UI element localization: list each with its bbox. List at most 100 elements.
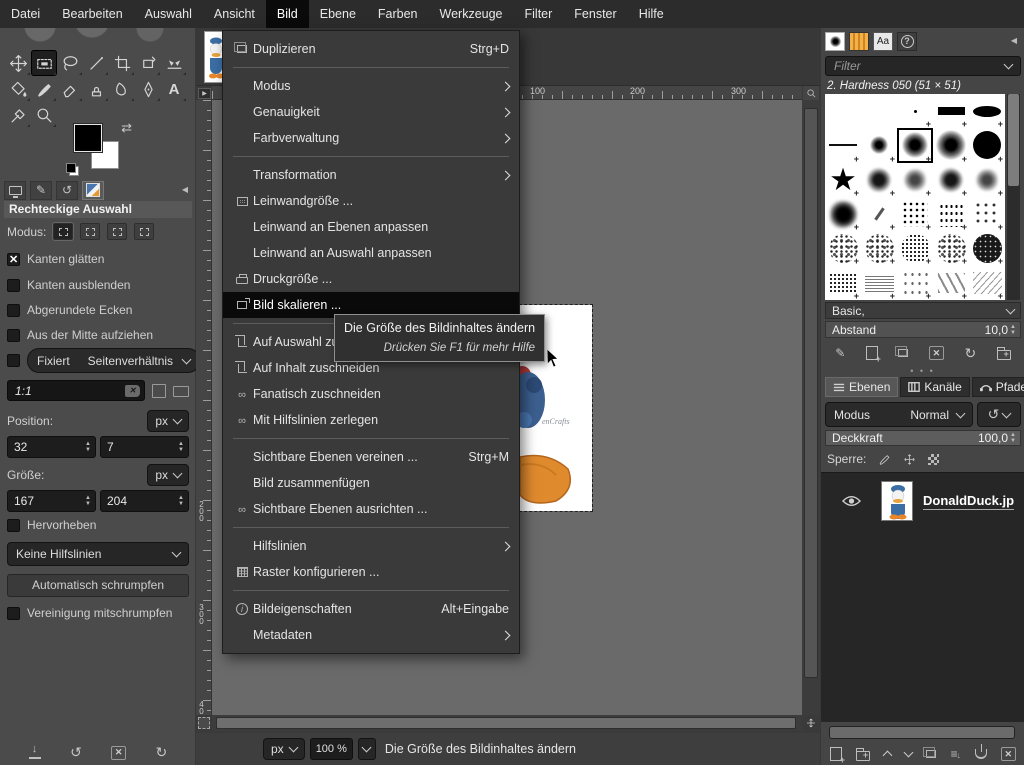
mode-add-button[interactable]	[80, 223, 100, 240]
position-x-input[interactable]: 32	[7, 436, 96, 458]
brush-thumbnail[interactable]	[861, 231, 897, 265]
fixed-checkbox[interactable]	[7, 354, 20, 367]
text-tool[interactable]: A	[161, 76, 187, 102]
brush-spacing-slider[interactable]: Abstand 10,0	[825, 321, 1021, 338]
layer-drop-slot[interactable]	[829, 726, 1015, 739]
menu-item-bildeigenschaften[interactable]: Bildeigenschaften Alt+Eingabe	[223, 596, 519, 622]
delete-layer-icon[interactable]	[1001, 747, 1016, 761]
dock-splitter-handle[interactable]	[821, 368, 1024, 374]
edit-brush-icon[interactable]	[835, 346, 845, 360]
brush-thumbnail[interactable]	[897, 265, 933, 299]
brush-thumbnail[interactable]	[825, 197, 861, 231]
menu-item-leinwandgroesse[interactable]: Leinwandgröße ...	[223, 188, 519, 214]
zoom-follow-window-icon[interactable]	[803, 86, 819, 100]
spinner-icon[interactable]	[176, 441, 186, 453]
tab-undo-history[interactable]	[56, 181, 78, 200]
brush-thumbnail[interactable]	[825, 94, 861, 128]
vertical-scrollbar[interactable]	[802, 100, 820, 715]
mode-reset-button[interactable]	[977, 402, 1021, 427]
menu-item-transformation[interactable]: Transformation	[223, 162, 519, 188]
collapse-left-dock-icon[interactable]	[178, 183, 192, 197]
brush-thumbnail[interactable]	[969, 163, 1005, 197]
tab-help[interactable]	[897, 32, 917, 51]
spinner-icon[interactable]	[176, 495, 186, 507]
eraser-tool[interactable]	[57, 76, 83, 102]
ratio-input[interactable]: 1:1	[7, 380, 145, 401]
flip-tool[interactable]	[161, 50, 187, 76]
canvas-menu-button[interactable]	[198, 88, 211, 99]
smudge-tool[interactable]	[109, 76, 135, 102]
lock-alpha-icon[interactable]	[928, 454, 939, 465]
brush-thumbnail[interactable]	[861, 94, 897, 128]
raise-layer-icon[interactable]	[883, 751, 893, 761]
duplicate-layer-icon[interactable]	[926, 750, 936, 758]
tab-patterns[interactable]	[849, 32, 869, 51]
rectangle-select-tool[interactable]	[31, 50, 57, 76]
refresh-brushes-icon[interactable]	[964, 345, 976, 362]
tab-ebenen[interactable]: Ebenen	[825, 377, 898, 397]
reset-tool-options-icon[interactable]	[156, 744, 168, 761]
transform-tool[interactable]	[135, 50, 161, 76]
brush-filter-input[interactable]: Filter	[825, 56, 1021, 76]
menu-item-modus[interactable]: Modus	[223, 73, 519, 99]
menu-werkzeuge[interactable]: Werkzeuge	[429, 0, 514, 28]
landscape-icon[interactable]	[173, 386, 189, 397]
size-height-input[interactable]: 204	[100, 490, 189, 512]
color-picker-tool[interactable]	[5, 102, 31, 128]
layer-name[interactable]: DonaldDuck.jp	[923, 493, 1014, 510]
menu-item-mit-hilfslinien-zerlegen[interactable]: Mit Hilfslinien zerlegen	[223, 407, 519, 433]
brush-thumbnail[interactable]	[897, 163, 933, 197]
layer-mode-dropdown[interactable]: Modus Normal	[825, 402, 973, 427]
feather-checkbox[interactable]	[7, 279, 20, 292]
menu-item-fanatisch-zuschneiden[interactable]: Fanatisch zuschneiden	[223, 381, 519, 407]
restore-tool-preset-icon[interactable]	[70, 744, 82, 761]
menu-auswahl[interactable]: Auswahl	[134, 0, 203, 28]
scrollbar-thumb[interactable]	[804, 108, 818, 678]
brush-thumbnail[interactable]	[897, 231, 933, 265]
opacity-slider[interactable]: Deckkraft 100,0	[825, 430, 1021, 446]
status-unit-dropdown[interactable]: px	[263, 738, 305, 760]
brush-thumbnail[interactable]	[861, 265, 897, 299]
brush-thumbnail[interactable]	[897, 94, 933, 128]
expand-from-center-checkbox[interactable]	[7, 329, 20, 342]
menu-filter[interactable]: Filter	[514, 0, 564, 28]
brush-group-dropdown[interactable]: Basic,	[825, 302, 1021, 319]
free-select-tool[interactable]	[57, 50, 83, 76]
brush-thumbnail[interactable]	[825, 163, 861, 197]
navigation-button[interactable]	[804, 715, 818, 731]
menu-item-leinwand-ebenen[interactable]: Leinwand an Ebenen anpassen	[223, 214, 519, 240]
brush-thumbnail[interactable]	[969, 265, 1005, 299]
paintbrush-tool[interactable]	[31, 76, 57, 102]
layer-row[interactable]: DonaldDuck.jp	[821, 477, 1024, 525]
menu-fenster[interactable]: Fenster	[563, 0, 627, 28]
paths-tool[interactable]	[135, 76, 161, 102]
crop-tool[interactable]	[109, 50, 135, 76]
scrollbar-thumb[interactable]	[1008, 94, 1019, 186]
brush-thumbnail[interactable]	[897, 197, 933, 231]
brush-thumbnail[interactable]	[969, 128, 1005, 162]
highlight-checkbox[interactable]	[7, 519, 20, 532]
menu-bearbeiten[interactable]: Bearbeiten	[51, 0, 133, 28]
guides-dropdown[interactable]: Keine Hilfslinien	[7, 542, 189, 566]
menu-item-sichtbare-ebenen-ausrichten[interactable]: Sichtbare Ebenen ausrichten ...	[223, 496, 519, 522]
brush-thumbnail[interactable]	[825, 128, 861, 162]
menu-ansicht[interactable]: Ansicht	[203, 0, 266, 28]
auto-shrink-button[interactable]: Automatisch schrumpfen	[7, 574, 189, 597]
mode-subtract-button[interactable]	[107, 223, 127, 240]
brush-thumbnail[interactable]	[897, 128, 933, 162]
zoom-level-input[interactable]: 100 %	[310, 738, 353, 760]
brush-thumbnail[interactable]	[861, 163, 897, 197]
lock-position-icon[interactable]	[903, 453, 916, 466]
brush-thumbnail[interactable]	[825, 231, 861, 265]
brush-thumbnail[interactable]	[933, 128, 969, 162]
delete-brush-icon[interactable]	[929, 346, 944, 360]
brush-thumbnail[interactable]	[933, 197, 969, 231]
default-colors-icon[interactable]	[66, 163, 79, 176]
brush-thumbnail[interactable]	[861, 197, 897, 231]
vertical-ruler[interactable]: 200 300 400	[196, 100, 212, 715]
brush-thumbnail[interactable]	[861, 128, 897, 162]
menu-item-druckgroesse[interactable]: Druckgröße ...	[223, 266, 519, 292]
open-brush-as-image-icon[interactable]	[997, 350, 1011, 360]
brush-thumbnail[interactable]	[969, 231, 1005, 265]
brush-thumbnail[interactable]	[825, 265, 861, 299]
